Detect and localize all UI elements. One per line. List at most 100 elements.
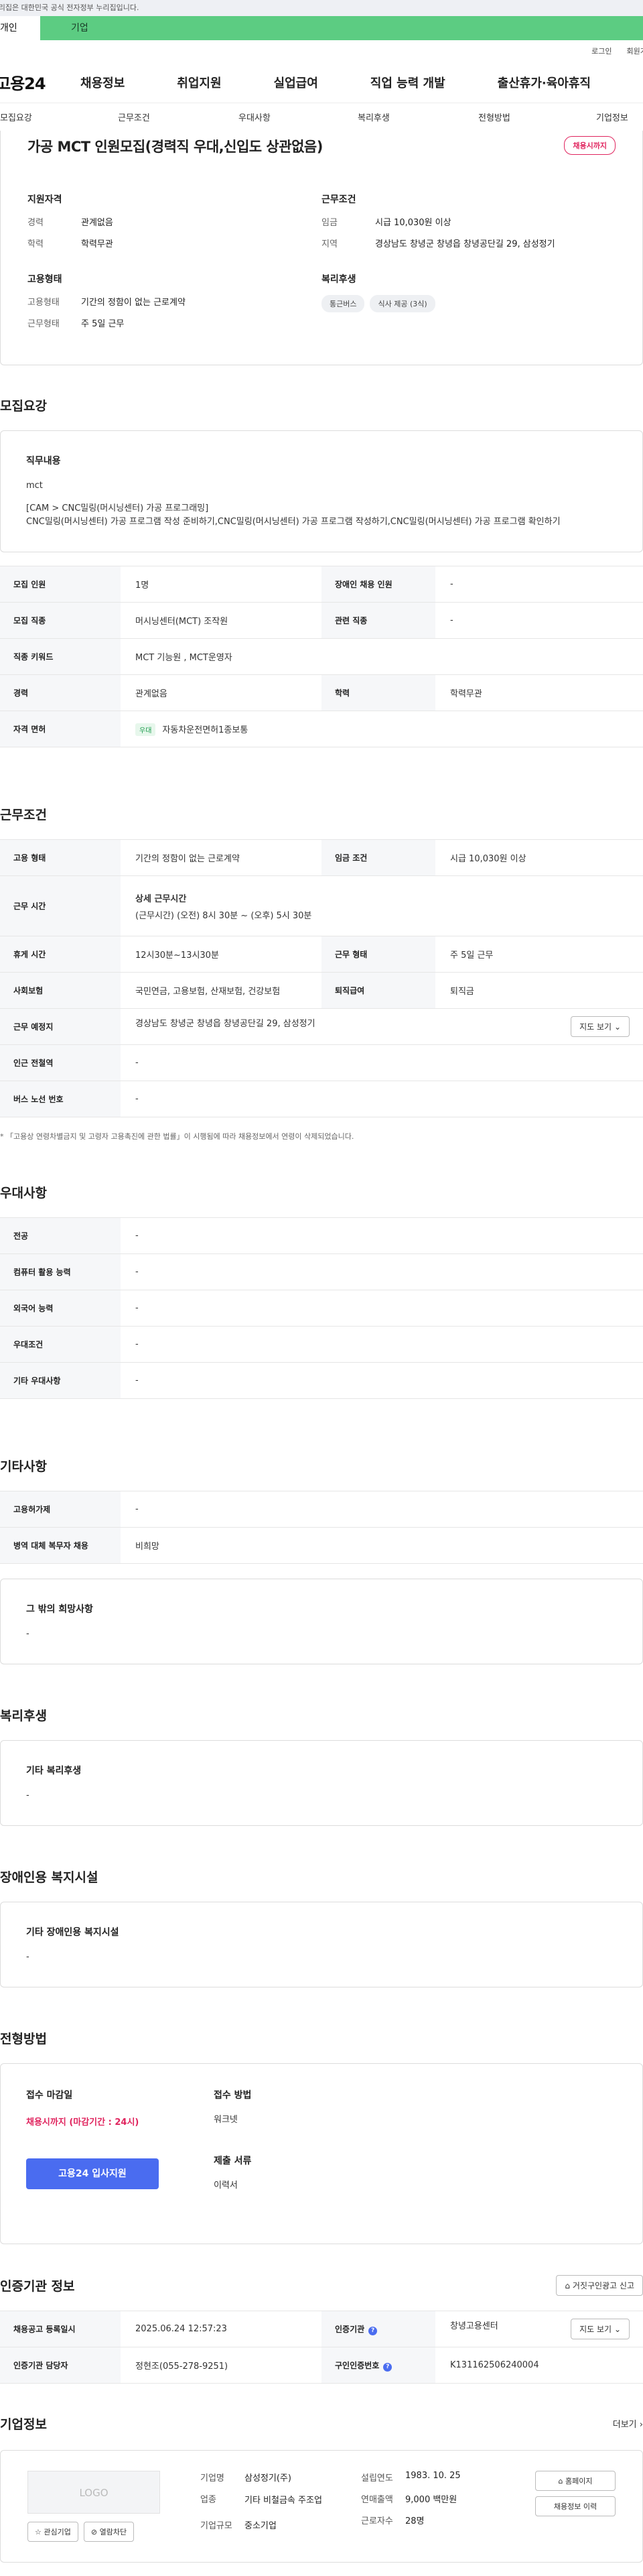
qualification-heading: 지원자격	[27, 194, 62, 205]
homepage-button[interactable]: ⌂ 홈페이지	[535, 2471, 616, 2491]
interest-company-button[interactable]: ☆ 관심기업	[27, 2522, 78, 2542]
info-icon[interactable]: ?	[368, 2326, 378, 2335]
job-summary-card: 가공 MCT 인원모집(경력직 우대,신입도 상관없음) 채용시까지 지원자격 …	[0, 131, 643, 365]
section-nav-work[interactable]: 근무조건	[118, 111, 150, 123]
section-nav-recruit[interactable]: 모집요강	[0, 111, 32, 123]
false-ad-report-label: 거짓구인광고 신고	[572, 2281, 634, 2290]
section-nav-process[interactable]: 전형방법	[478, 111, 510, 123]
region-value: 경상남도 창녕군 창녕읍 창녕공단길 29, 삼성정기	[375, 239, 555, 249]
cert-org-label-cell: 인증기관?	[322, 2311, 435, 2347]
duty-heading: 직무내용	[26, 456, 61, 467]
home-icon: ⌂	[565, 2281, 571, 2290]
work-form-label: 근무형태	[27, 319, 60, 329]
related-job-label: 관련 직종	[322, 602, 435, 639]
table-row: 모집 인원 1명 장애인 채용 인원 -	[0, 566, 643, 603]
menu-training[interactable]: 직업 능력 개발	[370, 74, 445, 91]
license-value: 자동차운전면허1종보통	[162, 725, 248, 735]
industry-value: 기타 비철금속 주조업	[244, 2496, 322, 2506]
pref-etc-label: 기타 우대사항	[0, 1362, 121, 1399]
preferred-tag: 우대	[135, 723, 156, 736]
recruit-section-title: 모집요강	[0, 399, 47, 414]
cert-map-button[interactable]: 지도 보기 ⌄	[571, 2319, 630, 2339]
usertype-tabs: 개인 기업	[0, 16, 643, 40]
manager-label: 인증기관 담당자	[0, 2347, 121, 2384]
deadline-heading: 접수 마감일	[26, 2090, 73, 2101]
duty-text: CNC밀링(머시닝센터) 가공 프로그램 작성 준비하기,CNC밀링(머시닝센터…	[26, 517, 561, 527]
tab-business[interactable]: 기업	[40, 16, 147, 40]
menu-jobs[interactable]: 채용정보	[80, 74, 125, 91]
company-name-label: 기업명	[200, 2473, 224, 2483]
process-box: 접수 마감일 채용시까지 (마감기간 : 24시) 고용24 입사지원 접수 방…	[0, 2063, 643, 2244]
map-view-button[interactable]: 지도 보기 ⌄	[571, 1016, 630, 1037]
recruit-history-button[interactable]: 채용정보 이력	[535, 2496, 616, 2516]
menu-unemployment[interactable]: 실업급여	[274, 74, 318, 91]
menu-employment-support[interactable]: 취업지원	[177, 74, 221, 91]
menu-parental-leave[interactable]: 출산휴가·육아휴직	[498, 74, 591, 91]
cert-org-value: 창녕고용센터	[450, 2321, 498, 2331]
bus-label: 버스 노선 번호	[0, 1081, 121, 1117]
education-value: 학력무관	[81, 239, 113, 249]
hours-title: 상세 근무시간	[135, 894, 187, 904]
bus-value: -	[121, 1081, 643, 1117]
gov-notice-bar: 이 누리집은 대한민국 공식 전자정부 누리집입니다.	[0, 0, 643, 16]
false-ad-report-button[interactable]: ⌂ 거짓구인광고 신고	[556, 2275, 643, 2296]
revenue-label: 연매출액	[361, 2495, 393, 2505]
work-form-value: 주 5일 근무	[81, 319, 125, 329]
major-value: -	[121, 1217, 643, 1254]
computer-label: 컴퓨터 활용 능력	[0, 1253, 121, 1290]
section-nav: 모집요강 근무조건 우대사항 복리후생 전형방법 기업정보	[0, 103, 643, 131]
info-icon[interactable]: ?	[383, 2362, 392, 2372]
welfare-chip: 식사 제공 (3식)	[370, 295, 435, 312]
wage-value: 시급 10,030원 이상	[435, 839, 643, 876]
signup-link[interactable]: 회원가입	[627, 46, 643, 56]
qualification-column: 지원자격 경력 관계없음 학력 학력무관 고용형태 고용형태 기간의 정함이 없는 근…	[27, 192, 322, 338]
site-logo[interactable]: 고용24	[0, 70, 68, 94]
manager-value: 정현조(055-278-9251)	[121, 2347, 322, 2384]
work-form-value: 주 5일 근무	[435, 936, 643, 973]
pref-section-title: 우대사항	[0, 1186, 47, 1201]
headcount-label: 모집 인원	[0, 566, 121, 603]
computer-value: -	[121, 1253, 643, 1290]
block-view-button[interactable]: ⊘ 열람차단	[83, 2522, 135, 2542]
industry-label: 업종	[200, 2495, 216, 2505]
tab-personal[interactable]: 개인	[0, 16, 40, 40]
company-size-value: 중소기업	[244, 2521, 277, 2531]
section-nav-company[interactable]: 기업정보	[596, 111, 628, 123]
other-wish-value: -	[26, 1629, 29, 1639]
section-nav-welfare[interactable]: 복리후생	[358, 111, 390, 123]
table-row: 인증기관 담당자 정현조(055-278-9251) 구인인증번호? K1311…	[0, 2347, 643, 2384]
apply-button[interactable]: 고용24 입사지원	[26, 2158, 159, 2189]
headcount-value: 1명	[121, 566, 322, 603]
age-notice: * 「고용상 연령차별금지 및 고령자 고용촉진에 관한 법률」이 시행됨에 따…	[0, 1132, 354, 1141]
table-row: 고용 형태 기간의 정함이 없는 근로계약 임금 조건 시급 10,030원 이…	[0, 839, 643, 876]
deadline-value: 채용시까지 (마감기간 : 24시)	[26, 2118, 139, 2128]
table-row: 자격 면허 우대 자동차운전면허1종보통	[0, 711, 643, 747]
retire-label: 퇴직급여	[322, 972, 435, 1009]
career-value: 관계없음	[121, 674, 322, 711]
break-label: 휴게 시간	[0, 936, 121, 973]
other-wish-box: 그 밖의 희망사항 -	[0, 1579, 643, 1664]
table-row: 채용공고 등록일시 2025.06.24 12:57:23 인증기관? 창녕고용…	[0, 2311, 643, 2347]
region-label: 지역	[322, 239, 338, 249]
place-label: 근무 예정지	[0, 1008, 121, 1045]
job-title: 가공 MCT 인원모집(경력직 우대,신입도 상관없음)	[27, 139, 323, 155]
cert-no-label: 구인인증번호	[335, 2360, 380, 2370]
map-view-label: 지도 보기	[579, 1022, 612, 1032]
recruit-table: 모집 인원 1명 장애인 채용 인원 - 모집 직종 머시닝센터(MCT) 조작…	[0, 566, 643, 747]
cert-section-title: 인증기관 정보	[0, 2279, 75, 2294]
login-link[interactable]: 로그인	[591, 46, 612, 56]
founded-value: 1983. 10. 25	[405, 2471, 461, 2481]
disabled-hire-value: -	[435, 566, 643, 603]
career-label: 경력	[0, 674, 121, 711]
section-nav-pref[interactable]: 우대사항	[238, 111, 271, 123]
company-section-title: 기업정보	[0, 2417, 47, 2432]
subway-value: -	[121, 1044, 643, 1081]
etc-table: 고용허가제 - 병역 대체 복무자 채용 비희망	[0, 1491, 643, 1564]
duty-box: 직무내용 mct [CAM > CNC밀링(머시닝센터) 가공 프로그래밍] C…	[0, 430, 643, 552]
cert-no-label-cell: 구인인증번호?	[322, 2347, 435, 2384]
welfare-box: 기타 복리후생 -	[0, 1740, 643, 1826]
military-value: 비희망	[121, 1527, 643, 1564]
docs-value: 이력서	[214, 2181, 238, 2191]
cert-org-label: 인증기관	[335, 2324, 365, 2334]
company-more-link[interactable]: 더보기 ›	[613, 2417, 643, 2430]
